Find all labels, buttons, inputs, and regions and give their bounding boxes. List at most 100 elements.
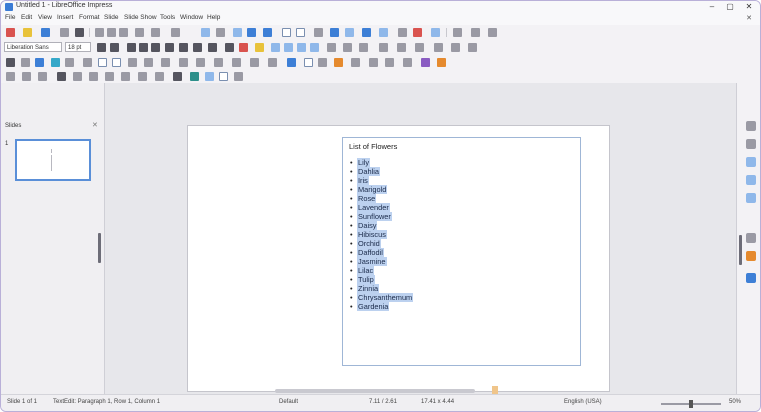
block-arrows-icon[interactable] [214,58,223,67]
list-item[interactable]: • Dahlia [350,167,413,176]
ordered-list-icon[interactable] [343,43,352,52]
delete-slide-icon[interactable] [89,72,98,81]
menu-view[interactable]: View [38,14,52,21]
align-left-icon[interactable] [271,43,280,52]
underline-icon[interactable] [151,43,160,52]
3d-objects-icon[interactable] [287,58,296,67]
rotate-icon[interactable] [304,58,313,67]
text-icon[interactable] [35,58,44,67]
subscript-icon[interactable] [193,43,202,52]
master-view-icon[interactable] [219,72,228,81]
outline-icon[interactable] [359,43,368,52]
outline-view-icon[interactable] [6,72,15,81]
paragraph-icon[interactable] [468,43,477,52]
maximize-button[interactable]: ▢ [722,1,738,13]
symbol-shapes-icon[interactable] [196,58,205,67]
new-icon[interactable] [6,28,15,37]
insert-textbox-icon[interactable] [330,28,339,37]
zoom-slider-knob[interactable] [689,400,693,408]
rename-slide-icon[interactable] [105,72,114,81]
sidebar-menu-icon[interactable] [746,121,756,131]
list-item[interactable]: • Hibiscus [350,230,413,239]
points-icon[interactable] [437,58,446,67]
crop-icon[interactable] [369,58,378,67]
stars-icon[interactable] [268,58,277,67]
menu-tools[interactable]: Tools [160,14,175,21]
duplicate-slide-icon[interactable] [73,72,82,81]
toggle-extrusion-icon[interactable] [421,58,430,67]
master-name[interactable]: Default [279,399,298,405]
menu-insert[interactable]: Insert [57,14,73,21]
list-item[interactable]: • Daffodil [350,248,413,257]
scroll-position-marker[interactable] [492,386,498,394]
zoom-level[interactable]: 50% [729,399,741,405]
unordered-list-icon[interactable] [327,43,336,52]
slide-properties-icon[interactable] [138,72,147,81]
clear-formatting-icon[interactable] [225,43,234,52]
spelling-icon[interactable] [216,28,225,37]
fill-color-icon[interactable] [51,58,60,67]
master-slides-icon[interactable] [746,193,756,203]
slide-transition-deck-icon[interactable] [746,157,756,167]
shadow-toggle-icon[interactable] [351,58,360,67]
copy-icon[interactable] [107,28,116,37]
display-grid-icon[interactable] [233,28,242,37]
list-item[interactable]: • Lavender [350,203,413,212]
language-status[interactable]: English (USA) [564,399,602,405]
export-icon[interactable] [60,28,69,37]
menu-format[interactable]: Format [79,14,100,21]
menu-window[interactable]: Window [180,14,203,21]
properties-icon[interactable] [746,139,756,149]
close-pane-icon[interactable]: ✕ [92,121,98,129]
list-item[interactable]: • Jasmine [350,257,413,266]
undo-icon[interactable] [151,28,160,37]
master-slide-icon[interactable] [453,28,462,37]
arrange-icon[interactable] [334,58,343,67]
select-icon[interactable] [6,58,15,67]
flowchart-icon[interactable] [232,58,241,67]
list-item[interactable]: • Lily [350,158,413,167]
styles-icon[interactable] [746,233,756,243]
list-item[interactable]: • Gardenia [350,302,413,311]
align-objects-icon[interactable] [318,58,327,67]
sidebar-toggle-icon[interactable] [234,72,243,81]
navigator-icon[interactable] [746,273,756,283]
helplines-icon[interactable] [247,28,256,37]
menu-file[interactable]: File [5,14,15,21]
decrease-font-icon[interactable] [110,43,119,52]
decrease-paragraph-spacing-icon[interactable] [415,43,424,52]
line-icon[interactable] [83,58,92,67]
fontwork-icon[interactable] [362,28,371,37]
menu-slide[interactable]: Slide [104,14,118,21]
clone-formatting-icon[interactable] [135,28,144,37]
pane-splitter-handle[interactable] [98,233,101,263]
connector-icon[interactable] [161,58,170,67]
insert-image-icon[interactable] [282,28,291,37]
display-views-icon[interactable] [488,28,497,37]
list-item[interactable]: • Orchid [350,239,413,248]
line-color-icon[interactable] [65,58,74,67]
start-from-current-icon[interactable] [190,72,199,81]
slide-thumbnail[interactable] [15,139,91,181]
align-right-icon[interactable] [297,43,306,52]
horizontal-scrollbar[interactable] [275,389,475,393]
curve-icon[interactable] [144,58,153,67]
slide-page[interactable]: List of Flowers • Lily • Dahlia • Iris • Mar… [187,125,610,392]
hide-slide-icon[interactable] [121,72,130,81]
minimize-button[interactable]: – [704,1,720,13]
strikethrough-icon[interactable] [165,43,174,52]
callouts-icon[interactable] [250,58,259,67]
ellipse-icon[interactable] [112,58,121,67]
list-item[interactable]: • Chrysanthemum [350,293,414,302]
list-item[interactable]: • Rose [350,194,413,203]
font-name-box[interactable]: Liberation Sans [4,42,62,52]
increase-font-icon[interactable] [97,43,106,52]
sidebar-splitter-handle[interactable] [739,235,742,265]
basic-shapes-icon[interactable] [179,58,188,67]
insert-special-character-icon[interactable] [345,28,354,37]
handout-view-icon[interactable] [38,72,47,81]
zoom-icon[interactable] [21,58,30,67]
menu-edit[interactable]: Edit [21,14,32,21]
increase-paragraph-spacing-icon[interactable] [397,43,406,52]
slide-transition-icon[interactable] [155,72,164,81]
